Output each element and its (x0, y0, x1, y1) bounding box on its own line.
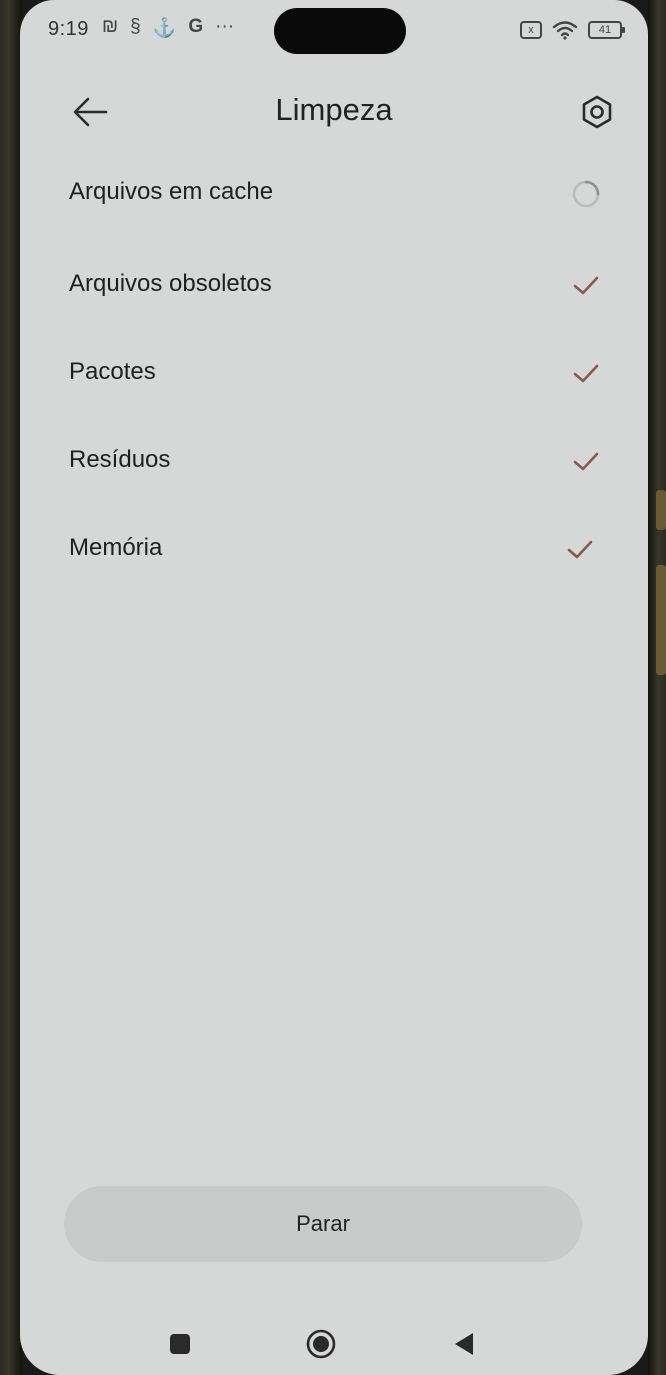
list-item: Memória (20, 506, 648, 590)
anchor-icon: ⚓ (152, 18, 177, 39)
battery-icon: 41 (588, 21, 625, 39)
sync-icon: § (130, 16, 141, 37)
nfc-icon: ₪ (102, 16, 119, 37)
gear-icon (582, 95, 612, 129)
checkmark-icon (573, 452, 599, 471)
battery-level: 41 (598, 24, 612, 36)
home-button[interactable] (301, 1324, 341, 1364)
square-icon (170, 1334, 190, 1354)
app-header: Limpeza (20, 70, 648, 150)
phone-frame-left (0, 0, 22, 1375)
phone-frame-right (648, 0, 666, 1375)
list-item-label: Pacotes (69, 358, 156, 385)
status-left-icons: ₪ § ⚓ G ··· (102, 16, 234, 40)
more-dots-icon: ··· (215, 16, 235, 37)
circle-icon (306, 1329, 336, 1359)
list-item: Arquivos obsoletos (20, 242, 648, 326)
navigation-bar (20, 1300, 648, 1375)
checkmark-icon (573, 276, 599, 295)
loading-spinner-icon (572, 180, 600, 208)
phone-volume-button (656, 565, 666, 675)
page-title: Limpeza (275, 92, 393, 127)
wifi-icon (552, 21, 578, 40)
triangle-back-icon (455, 1333, 473, 1355)
checkmark-icon (573, 364, 599, 383)
list-item-label: Arquivos em cache (69, 178, 274, 205)
list-item: Pacotes (20, 330, 648, 414)
back-nav-button[interactable] (444, 1324, 484, 1364)
google-icon: G (188, 16, 204, 37)
no-sim-icon: x (520, 21, 542, 39)
stop-button-container: Parar (64, 1186, 582, 1262)
recents-button[interactable] (160, 1324, 200, 1364)
status-bar: 9:19 ₪ § ⚓ G ··· x 41 (20, 0, 648, 60)
camera-notch (274, 8, 406, 54)
list-item: Arquivos em cache (20, 150, 648, 234)
settings-button[interactable] (572, 87, 622, 137)
list-item-label: Arquivos obsoletos (69, 270, 272, 297)
phone-screen: 9:19 ₪ § ⚓ G ··· x 41 Limpeza Arquivos e… (20, 0, 648, 1375)
list-item: Resíduos (20, 418, 648, 502)
list-item-label: Resíduos (69, 446, 171, 473)
stop-button[interactable]: Parar (64, 1186, 582, 1262)
status-right-icons: x 41 (520, 20, 625, 40)
status-time: 9:19 (48, 18, 89, 40)
list-item-label: Memória (69, 534, 163, 561)
checkmark-icon (567, 540, 593, 559)
phone-side-button (656, 490, 666, 530)
